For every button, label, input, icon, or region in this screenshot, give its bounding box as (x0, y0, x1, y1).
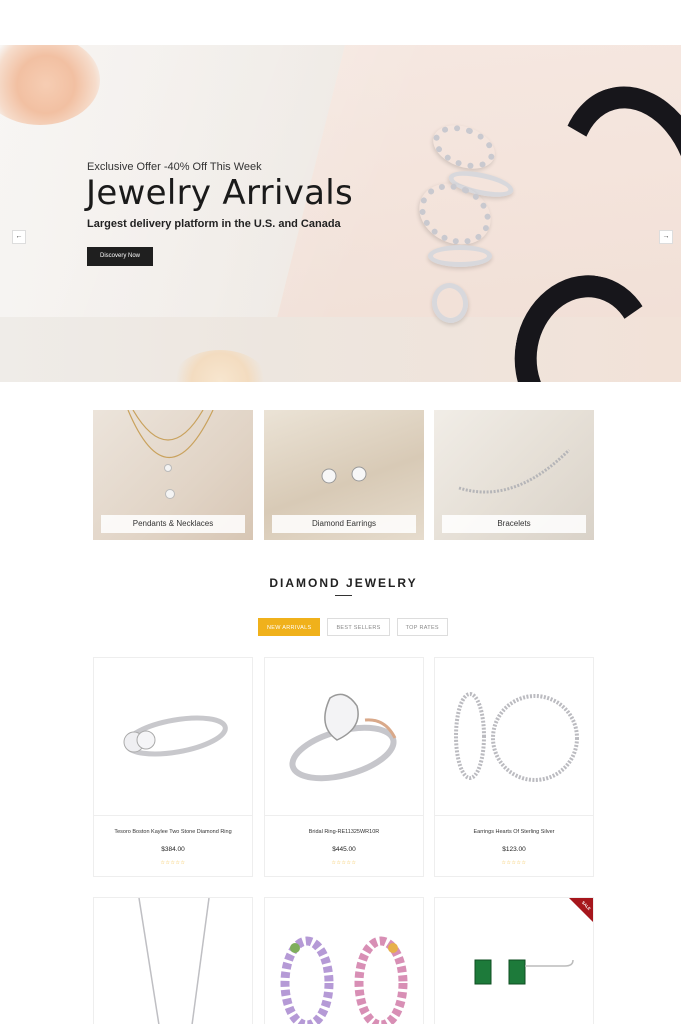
rating-stars-icon: ☆☆☆☆☆ (501, 860, 527, 866)
prev-slide-button[interactable]: ← (12, 230, 26, 244)
arrow-right-icon: → (662, 233, 670, 240)
hero-title: Jewelry Arrivals (86, 173, 354, 213)
product-name: Bridal Ring-RE11325WR10R (308, 829, 380, 835)
hero-banner: Exclusive Offer -40% Off This Week Jewel… (0, 45, 681, 382)
product-card[interactable]: Tesoro Boston Kaylee Two Stone Diamond R… (93, 657, 253, 877)
category-diamond-earrings[interactable]: Diamond Earrings (264, 410, 424, 540)
product-image-necklace (138, 897, 210, 1024)
hero-subtitle: Exclusive Offer -40% Off This Week (87, 161, 262, 173)
product-image-hoop-earrings (435, 692, 593, 816)
arrow-left-icon: ← (15, 233, 23, 240)
rating-stars-icon: ☆☆☆☆☆ (160, 860, 186, 866)
product-price: $123.00 (502, 846, 526, 853)
category-pendants-necklaces[interactable]: Pendants & Necklaces (93, 410, 253, 540)
tab-best-sellers[interactable]: BEST SELLERS (327, 618, 390, 636)
product-name: Earrings Hearts Of Sterling Silver (473, 829, 555, 835)
ring-image (428, 245, 492, 267)
category-label: Diamond Earrings (272, 515, 416, 533)
section-divider (335, 595, 352, 596)
product-name: Tesoro Boston Kaylee Two Stone Diamond R… (114, 829, 232, 835)
section-title: DIAMOND JEWELRY (269, 576, 418, 590)
product-card[interactable]: SALE (434, 897, 594, 1024)
hero-description: Largest delivery platform in the U.S. an… (87, 218, 341, 230)
product-tabs: NEW ARRIVALS BEST SELLERS TOP RATES (258, 618, 448, 636)
tab-new-arrivals[interactable]: NEW ARRIVALS (258, 618, 321, 636)
product-card[interactable]: Earrings Hearts Of Sterling Silver $123.… (434, 657, 594, 877)
category-label: Bracelets (442, 515, 586, 533)
product-price: $445.00 (332, 846, 356, 853)
category-bracelets[interactable]: Bracelets (434, 410, 594, 540)
product-image-bridal-ring (265, 693, 423, 816)
product-price: $384.00 (161, 846, 185, 853)
product-image-ring (94, 715, 252, 816)
tab-top-rates[interactable]: TOP RATES (396, 618, 448, 636)
rating-stars-icon: ☆☆☆☆☆ (331, 860, 357, 866)
next-slide-button[interactable]: → (659, 230, 673, 244)
product-card[interactable]: Bridal Ring-RE11325WR10R $445.00 ☆☆☆☆☆ (264, 657, 424, 877)
product-card[interactable] (264, 897, 424, 1024)
product-card[interactable] (93, 897, 253, 1024)
category-label: Pendants & Necklaces (101, 515, 245, 533)
product-image-gem-earrings (280, 936, 408, 1024)
discovery-now-button[interactable]: Discovery Now (87, 247, 153, 266)
